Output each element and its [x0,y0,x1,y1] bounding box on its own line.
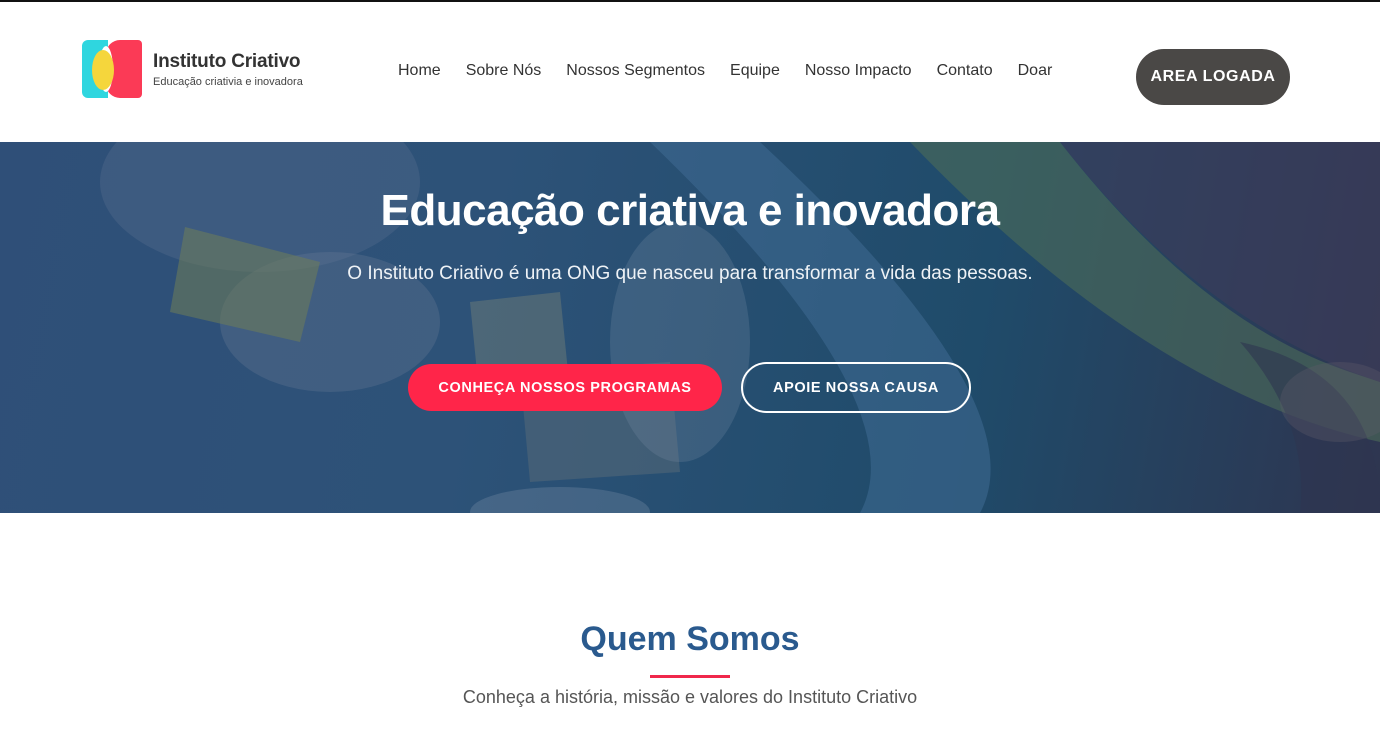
section-divider [650,675,730,678]
site-logo[interactable]: Instituto Criativo Educação criativia e … [82,40,303,100]
logo-text: Instituto Criativo Educação criativia e … [153,51,303,89]
logo-title: Instituto Criativo [153,51,301,72]
site-header: Instituto Criativo Educação criativia e … [0,2,1380,142]
conheca-programas-button[interactable]: CONHEÇA NOSSOS PROGRAMAS [408,364,722,411]
nav-nosso-impacto[interactable]: Nosso Impacto [805,62,912,80]
nav-home[interactable]: Home [398,62,441,80]
hero-banner: Educação criativa e inovadora O Institut… [0,142,1380,513]
logo-subtitle: Educação criativia e inovadora [153,76,303,88]
section-subtitle: Conheça a história, missão e valores do … [462,687,918,707]
nav-doar[interactable]: Doar [1018,62,1053,80]
hero-description: O Instituto Criativo é uma ONG que nasce… [347,263,1033,284]
nav-contato[interactable]: Contato [937,62,993,80]
hero-content: Educação criativa e inovadora O Institut… [0,142,1380,513]
nav-nossos-segmentos[interactable]: Nossos Segmentos [566,62,705,80]
nav-sobre-nos[interactable]: Sobre Nós [466,62,542,80]
logo-icon [82,40,144,100]
apoie-causa-button[interactable]: APOIE NOSSA CAUSA [741,362,971,413]
area-logada-button[interactable]: AREA LOGADA [1136,49,1290,105]
nav-equipe[interactable]: Equipe [730,62,780,80]
section-title-quem-somos: Quem Somos [580,620,800,658]
main-nav: Home Sobre Nós Nossos Segmentos Equipe N… [398,62,1052,80]
hero-title: Educação criativa e inovadora [380,186,1000,235]
